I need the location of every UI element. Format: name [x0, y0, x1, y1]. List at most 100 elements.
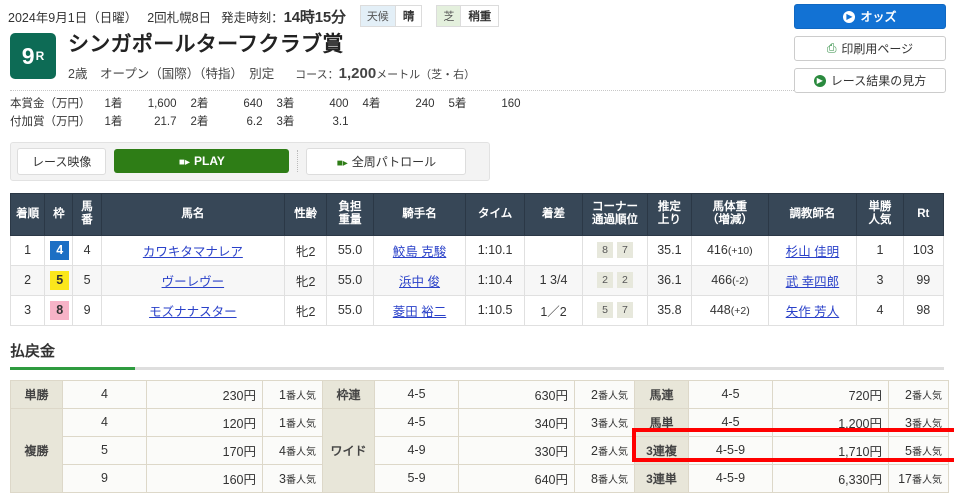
- col-frame-label: 枠: [53, 207, 65, 220]
- fukusho-amount-3-value: 160: [222, 472, 244, 487]
- prize-bonus-label: 付加賞（万円）: [10, 115, 91, 128]
- yen-unit: 円: [555, 444, 568, 459]
- yen-unit: 円: [555, 416, 568, 431]
- yen-unit: 円: [869, 388, 882, 403]
- divider: [297, 150, 299, 173]
- course-distance: 1,200: [338, 65, 377, 83]
- wide-popularity-1: 3番人気: [574, 407, 635, 437]
- wide-amount-3-value: 640: [534, 472, 556, 487]
- wide-combo-2: 4-9: [374, 435, 459, 465]
- pop-suffix: 番人気: [598, 474, 628, 486]
- table-header-row: 着順 枠 馬番 馬名 性齢 負担 重量 騎手名 タイム 着差 コーナー 通過順位 推…: [9, 192, 945, 236]
- umaren-pop-value: 2: [905, 387, 912, 402]
- cell-horse-no: 5: [72, 264, 102, 296]
- col-corner: コーナー 通過順位: [582, 192, 648, 236]
- cell-trainer: 杉山 佳明: [767, 234, 858, 266]
- fukusho-popularity-2: 4番人気: [262, 435, 323, 465]
- race-number: 9: [21, 42, 35, 69]
- corner-2: 7: [616, 302, 633, 319]
- bet-type-sanrentan: 3連単: [634, 463, 689, 493]
- payout-heading-block: 払戻金: [10, 340, 944, 370]
- fukusho-amount-2-value: 170: [222, 444, 244, 459]
- corner-2: 7: [616, 242, 633, 259]
- prize-bonus-1: 21.7: [154, 115, 177, 128]
- cell-corner: 57: [582, 294, 648, 326]
- body-weight-delta: (+10): [727, 245, 753, 258]
- fukusho-combo-3: 9: [62, 463, 147, 493]
- frame-number-chip: 4: [50, 240, 70, 260]
- umaren-popularity: 2番人気: [888, 379, 949, 409]
- how-to-read-button[interactable]: ▶ レース結果の見方: [794, 68, 946, 93]
- trainer-link[interactable]: 杉山 佳明: [786, 245, 839, 259]
- fukusho-pop-3-value: 3: [279, 471, 286, 486]
- tansho-amount: 230円: [146, 379, 263, 409]
- table-row: 3 8 9 モズナナスター 牝2 55.0 菱田 裕二 1:10.5 1／2 5…: [9, 294, 945, 326]
- cell-corner: 87: [582, 234, 648, 266]
- wakuren-pop-value: 2: [591, 387, 598, 402]
- wakuren-popularity: 2番人気: [574, 379, 635, 409]
- umatan-amount-value: 1,200: [838, 416, 870, 431]
- col-rt-label: Rt: [917, 207, 930, 220]
- trainer-link[interactable]: 武 幸四郎: [786, 275, 839, 289]
- patrol-video-button[interactable]: ■▸ 全周パトロール: [306, 147, 467, 175]
- prize-bonus-row: 付加賞（万円） 1着 21.7 2着 6.2 3着 3.1: [10, 114, 525, 132]
- pop-suffix: 番人気: [912, 390, 942, 402]
- tansho-popularity: 1番人気: [262, 379, 323, 409]
- prize-pos-2: 2着: [190, 98, 209, 111]
- sanrentan-amount-value: 6,330: [838, 472, 870, 487]
- jockey-link[interactable]: 浜中 俊: [399, 275, 440, 289]
- jockey-link[interactable]: 鮫島 克駿: [393, 245, 446, 259]
- cell-frame: 5: [44, 264, 74, 296]
- col-pop-l1: 単勝: [868, 201, 892, 214]
- corner-1: 2: [597, 272, 613, 289]
- pop-suffix: 番人気: [286, 390, 316, 402]
- sanrenpuku-popularity: 5番人気: [888, 435, 949, 465]
- fukusho-pop-1-value: 1: [279, 415, 286, 430]
- video-camera-icon: ■▸: [336, 157, 348, 169]
- bonus-pos-1: 1着: [104, 115, 123, 128]
- fukusho-combo-2: 5: [62, 435, 147, 465]
- cell-popularity: 4: [856, 294, 904, 326]
- col-corner-l1: コーナー: [591, 201, 638, 214]
- video-camera-icon: ■▸: [178, 157, 190, 169]
- how-to-read-label: レース結果の見方: [830, 74, 927, 88]
- payout-accent-rule: [10, 366, 944, 370]
- odds-button[interactable]: ▶ オッズ: [794, 4, 946, 29]
- cell-sex-age: 牝2: [284, 294, 328, 326]
- col-body-weight: 馬体重 （増減）: [691, 192, 769, 236]
- race-title-text: シンガポールターフクラブ賞 2歳 オープン（国際）（特指） 別定 コース：1,2…: [68, 33, 475, 82]
- cell-carried-weight: 55.0: [326, 264, 374, 296]
- tansho-pop-value: 1: [279, 387, 286, 402]
- cell-place: 2: [9, 264, 46, 296]
- prize-bonus-3: 3.1: [332, 115, 349, 128]
- print-page-button[interactable]: ⎙ 印刷用ページ: [794, 36, 946, 61]
- cell-jockey: 浜中 俊: [372, 264, 467, 296]
- horse-link[interactable]: モズナナスター: [149, 305, 237, 319]
- race-number-badge: 9R: [10, 33, 56, 79]
- payout-table: 単勝 4 230円 1番人気 枠連 4-5 630円 2番人気 馬連 4-5 7…: [10, 379, 949, 493]
- cell-jockey: 菱田 裕二: [372, 294, 467, 326]
- print-page-label: 印刷用ページ: [841, 42, 914, 56]
- weather-value: 晴: [394, 5, 423, 27]
- race-conditions: 2歳 オープン（国際）（特指） 別定: [68, 67, 275, 82]
- play-button[interactable]: ■▸ PLAY: [114, 149, 290, 174]
- bet-type-umaren: 馬連: [634, 379, 689, 409]
- sanrenpuku-combo: 4-5-9: [688, 435, 773, 465]
- cell-margin: 1／2: [523, 294, 584, 326]
- trainer-link[interactable]: 矢作 芳人: [786, 305, 839, 319]
- fukusho-amount-2: 170円: [146, 435, 263, 465]
- pop-suffix: 番人気: [912, 446, 942, 458]
- prize-main-4: 240: [415, 98, 435, 111]
- jockey-link[interactable]: 菱田 裕二: [393, 305, 446, 319]
- col-sex-age-label: 性齢: [294, 207, 318, 220]
- prize-main-label: 本賞金（万円）: [10, 98, 91, 111]
- cell-rt: 99: [902, 264, 945, 296]
- payout-title: 払戻金: [10, 342, 56, 360]
- yen-unit: 円: [243, 388, 256, 403]
- wide-pop-2-value: 2: [591, 443, 598, 458]
- cell-time: 1:10.4: [465, 264, 525, 296]
- horse-link[interactable]: カワキタマナレア: [143, 245, 243, 259]
- wide-amount-1-value: 340: [534, 416, 556, 431]
- col-horse-no-l1: 馬: [81, 201, 93, 214]
- horse-link[interactable]: ヴーレヴー: [162, 275, 225, 289]
